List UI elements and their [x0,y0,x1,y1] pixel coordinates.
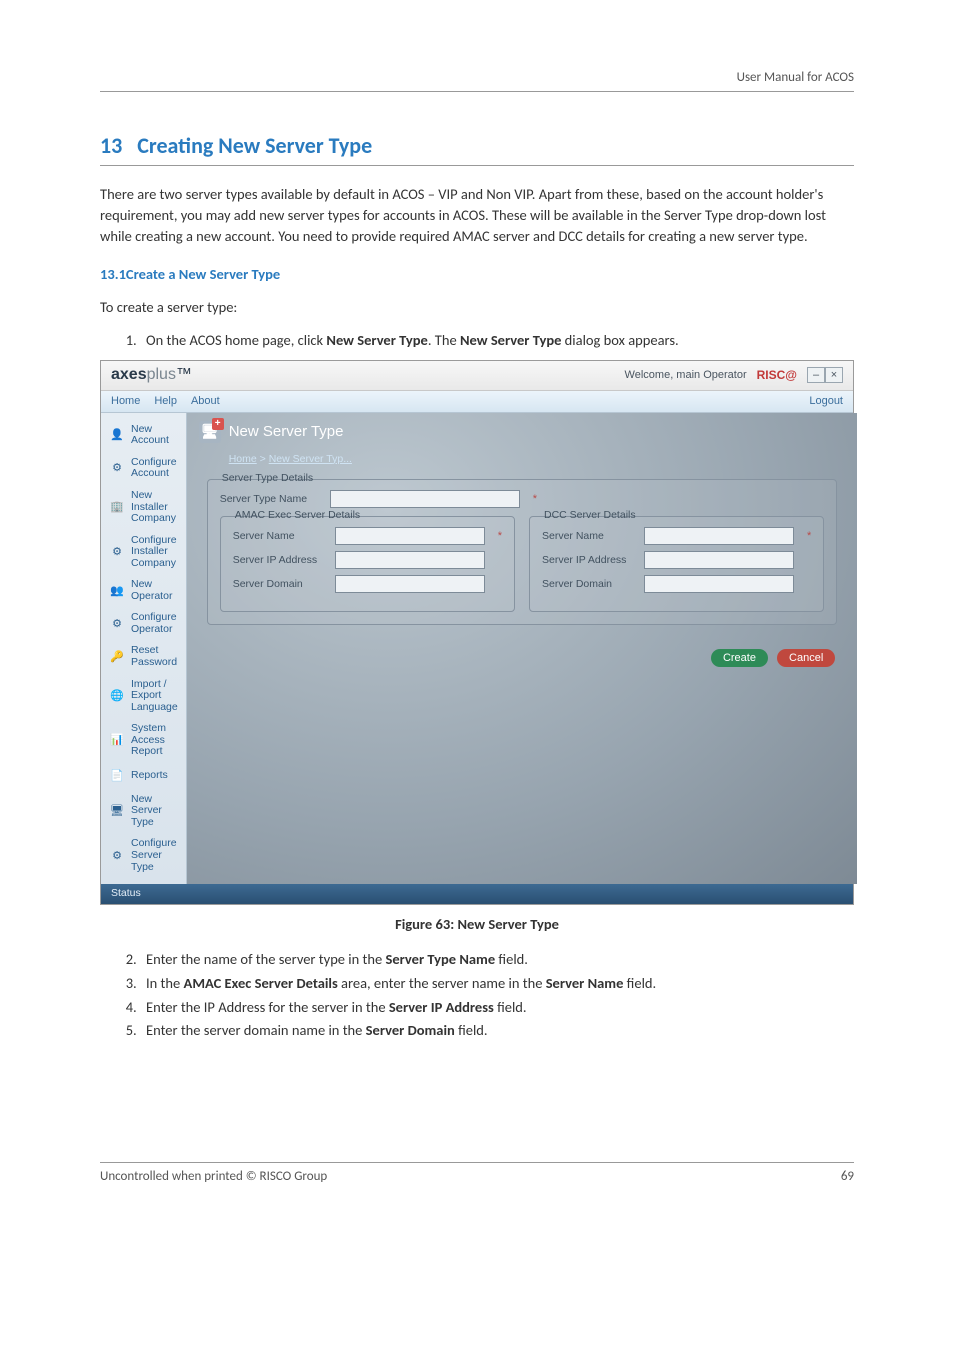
welcome-text: Welcome, main Operator [625,369,747,381]
gear-icon: ⚙ [109,544,125,560]
cancel-button[interactable]: Cancel [777,649,835,667]
prelist-line: To create a server type: [100,297,854,318]
globe-icon: 🌐 [109,688,125,704]
sidebar-item-new-installer-company[interactable]: 🏢New Installer Company [101,485,186,530]
building-icon: 🏢 [109,499,125,515]
document-icon: 📄 [109,768,125,784]
gear-icon: ⚙ [109,848,125,864]
screenshot-app-window: axesplus™ Welcome, main Operator RISC@ –… [100,360,854,905]
sidebar: 👤New Account ⚙Configure Account 🏢New Ins… [101,413,187,884]
create-button[interactable]: Create [711,649,768,667]
section-title: 13 Creating New Server Type [100,132,854,159]
app-top-right: Welcome, main Operator RISC@ – × [625,367,843,383]
menu-about[interactable]: About [191,395,220,407]
panel-header-icon: 🖥+ [199,421,221,443]
footer-left: Uncontrolled when printed © RISCO Group [100,1169,327,1184]
window-buttons: – × [807,367,843,383]
fieldset-amac: AMAC Exec Server Details Server Name* Se… [220,516,515,612]
sidebar-item-configure-installer-company[interactable]: ⚙Configure Installer Company [101,530,186,575]
label-amac-server-name: Server Name [233,530,325,542]
input-amac-domain[interactable] [335,575,485,593]
sidebar-item-configure-server-type[interactable]: ⚙Configure Server Type [101,833,186,878]
key-icon: 🔑 [109,649,125,665]
page-footer: Uncontrolled when printed © RISCO Group … [100,1162,854,1184]
menu-home[interactable]: Home [111,395,140,407]
minimize-icon[interactable]: – [807,367,825,383]
breadcrumb-current[interactable]: New Server Typ... [269,453,352,465]
legend-outer: Server Type Details [218,472,317,484]
sidebar-item-reset-password[interactable]: 🔑Reset Password [101,640,186,673]
input-dcc-server-name[interactable] [644,527,794,545]
gear-icon: ⚙ [109,460,125,476]
panel-header: 🖥+ New Server Type [187,413,858,451]
form-area: Server Type Details Server Type Name * A… [207,479,838,625]
step-4: Enter the IP Address for the server in t… [140,997,854,1019]
footer-right: 69 [841,1169,854,1184]
server-icon: 🖥 [109,803,125,819]
content-area: 🖥+ New Server Type Home > New Server Typ… [187,413,858,884]
label-dcc-ip: Server IP Address [542,554,634,566]
sidebar-item-configure-operator[interactable]: ⚙Configure Operator [101,607,186,640]
users-icon: 👥 [109,583,125,599]
app-menubar: Home Help About Logout [101,391,853,413]
section-underline [100,165,854,166]
risco-logo: RISC@ [757,368,797,382]
logout-link[interactable]: Logout [809,395,843,407]
panel-title: New Server Type [229,423,344,440]
legend-dcc: DCC Server Details [540,509,640,521]
statusbar: Status [101,884,853,904]
input-amac-server-name[interactable] [335,527,485,545]
label-server-type-name: Server Type Name [220,493,320,505]
sidebar-item-new-operator[interactable]: 👥New Operator [101,574,186,607]
sidebar-item-new-server-type[interactable]: 🖥New Server Type [101,789,186,834]
input-dcc-ip[interactable] [644,551,794,569]
required-marker: * [533,493,537,505]
sidebar-item-system-access-report[interactable]: 📊System Access Report [101,718,186,763]
label-amac-domain: Server Domain [233,578,325,590]
sidebar-item-reports[interactable]: 📄Reports [101,763,186,789]
sidebar-item-import-export-language[interactable]: 🌐Import / Export Language [101,674,186,719]
figure-caption: Figure 63: New Server Type [100,915,854,933]
app-topbar: axesplus™ Welcome, main Operator RISC@ –… [101,361,853,391]
subheading: 13.1Create a New Server Type [100,265,854,283]
fieldset-server-type-details: Server Type Details Server Type Name * A… [207,479,838,625]
label-amac-ip: Server IP Address [233,554,325,566]
section-number: 13 [100,132,122,159]
steps-bottom: Enter the name of the server type in the… [140,949,854,1042]
step-5: Enter the server domain name in the Serv… [140,1020,854,1042]
input-amac-ip[interactable] [335,551,485,569]
step-2: Enter the name of the server type in the… [140,949,854,971]
row-server-type-name: Server Type Name * [220,490,825,508]
sidebar-item-new-account[interactable]: 👤New Account [101,419,186,452]
label-dcc-server-name: Server Name [542,530,634,542]
fieldset-dcc: DCC Server Details Server Name* Server I… [529,516,824,612]
intro-paragraph: There are two server types available by … [100,184,854,247]
app-body: 👤New Account ⚙Configure Account 🏢New Ins… [101,413,853,884]
page-header-right: User Manual for ACOS [100,70,854,92]
sidebar-item-configure-account[interactable]: ⚙Configure Account [101,452,186,485]
steps-top: On the ACOS home page, click New Server … [140,330,854,352]
section-title-text: Creating New Server Type [137,132,372,159]
menu-help[interactable]: Help [154,395,177,407]
report-icon: 📊 [109,733,125,749]
gear-icon: ⚙ [109,616,125,632]
label-dcc-domain: Server Domain [542,578,634,590]
step-1: On the ACOS home page, click New Server … [140,330,854,352]
app-logo: axesplus™ [111,366,192,384]
step-3: In the AMAC Exec Server Details area, en… [140,973,854,995]
legend-amac: AMAC Exec Server Details [231,509,364,521]
input-server-type-name[interactable] [330,490,520,508]
input-dcc-domain[interactable] [644,575,794,593]
breadcrumb-home[interactable]: Home [229,453,257,465]
close-icon[interactable]: × [825,367,843,383]
button-row: Create Cancel [187,639,858,667]
user-icon: 👤 [109,427,125,443]
